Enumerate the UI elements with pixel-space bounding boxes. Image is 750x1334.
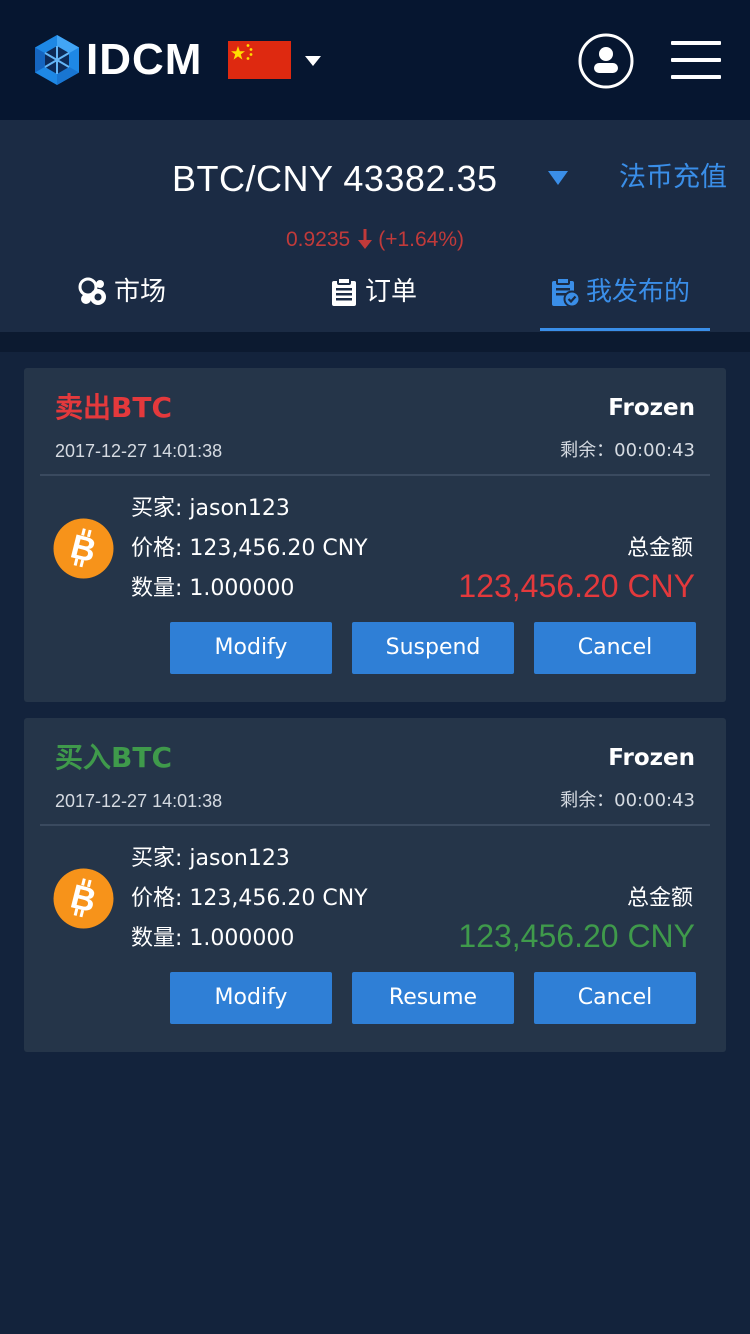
order-datetime: 2017-12-27 14:01:38 xyxy=(55,441,223,461)
cancel-button[interactable]: Cancel xyxy=(534,972,696,1024)
bitcoin-icon: B xyxy=(53,518,114,579)
tab-my-published[interactable]: 我发布的 xyxy=(550,270,690,332)
logo-text: IDCM xyxy=(86,35,203,84)
order-datetime: 2017-12-27 14:01:38 xyxy=(55,791,223,811)
triangle-down-icon[interactable] xyxy=(547,170,569,186)
tab-market-label: 市场 xyxy=(114,277,167,307)
order-total: 123,456.20 CNY xyxy=(458,568,695,604)
tab-bar: 市场 订单 我发布的 xyxy=(0,270,750,332)
clipboard-icon xyxy=(332,277,356,306)
fiat-deposit-link[interactable]: 法币充值 xyxy=(619,160,727,196)
buyer-name: 买家: jason123 xyxy=(131,496,290,521)
change-value: 0.9235 xyxy=(285,228,351,251)
order-total: 123,456.20 CNY xyxy=(458,918,695,954)
change-percent: (+1.64%) xyxy=(378,228,465,251)
order-status: Frozen xyxy=(608,745,695,771)
order-card: 卖出BTC Frozen 2017-12-27 14:01:38 剩余：00:0… xyxy=(24,368,726,702)
order-side: 买入BTC xyxy=(55,741,172,774)
section-divider xyxy=(0,332,750,352)
order-side: 卖出BTC xyxy=(55,391,172,424)
active-tab-indicator xyxy=(540,328,710,331)
order-quantity: 数量: 1.000000 xyxy=(131,926,295,951)
idcm-logo-icon[interactable] xyxy=(33,34,81,86)
ticker-panel: BTC/CNY 43382.35 法币充值 0.9235 (+1.64%) 市场 xyxy=(0,120,750,332)
order-card: 买入BTC Frozen 2017-12-27 14:01:38 剩余：00:0… xyxy=(24,718,726,1052)
bitcoin-icon: B xyxy=(53,868,114,929)
order-price: 价格: 123,456.20 CNY xyxy=(131,886,368,911)
order-quantity: 数量: 1.000000 xyxy=(131,576,295,601)
suspend-button[interactable]: Suspend xyxy=(352,622,514,674)
arrow-down-icon xyxy=(358,229,373,249)
buyer-name: 买家: jason123 xyxy=(131,846,290,871)
order-remaining-time: 剩余：00:00:43 xyxy=(560,440,695,461)
price-change-row: 0.9235 (+1.64%) xyxy=(0,224,750,256)
total-label: 总金额 xyxy=(626,886,693,911)
user-icon[interactable] xyxy=(578,33,634,89)
pair-price: BTC/CNY 43382.35 xyxy=(172,158,498,199)
tab-my-published-label: 我发布的 xyxy=(586,277,691,307)
cancel-button[interactable]: Cancel xyxy=(534,622,696,674)
card-divider xyxy=(40,824,710,826)
language-caret-down-icon[interactable] xyxy=(304,55,322,67)
market-coins-icon xyxy=(78,277,106,305)
total-label: 总金额 xyxy=(626,536,693,561)
tab-orders[interactable]: 订单 xyxy=(329,270,417,332)
hamburger-menu-icon[interactable] xyxy=(671,40,721,80)
tab-orders-label: 订单 xyxy=(365,277,418,307)
order-remaining-time: 剩余：00:00:43 xyxy=(560,790,695,811)
clipboard-check-icon xyxy=(552,277,580,307)
tab-market[interactable]: 市场 xyxy=(78,270,166,332)
resume-button[interactable]: Resume xyxy=(352,972,514,1024)
order-price: 价格: 123,456.20 CNY xyxy=(131,536,368,561)
modify-button[interactable]: Modify xyxy=(170,622,332,674)
card-divider xyxy=(40,474,710,476)
modify-button[interactable]: Modify xyxy=(170,972,332,1024)
order-status: Frozen xyxy=(608,395,695,421)
china-flag-icon[interactable] xyxy=(228,41,291,79)
top-header: IDCM xyxy=(0,0,750,120)
